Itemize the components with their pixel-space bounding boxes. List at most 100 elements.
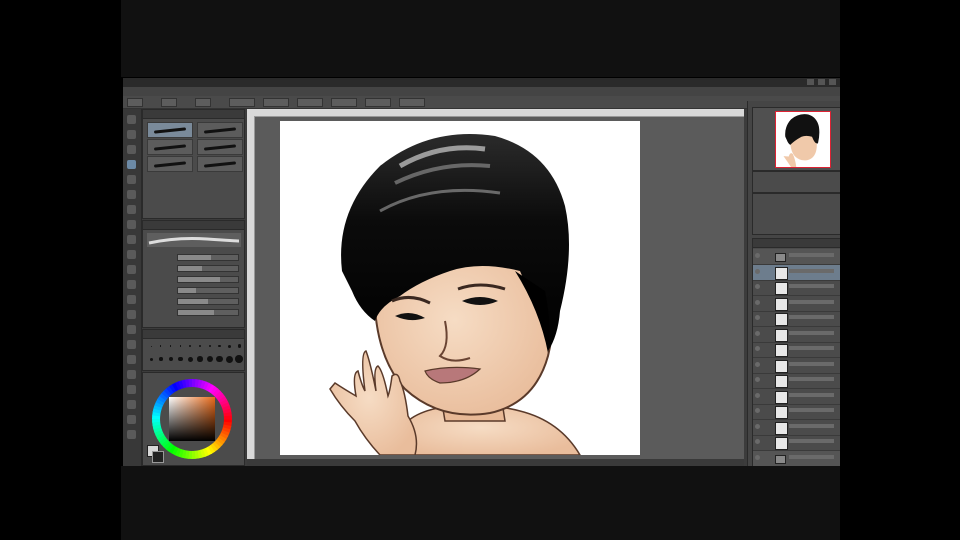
brush-size-option[interactable] — [147, 355, 155, 363]
eye-icon[interactable] — [755, 315, 760, 320]
tool-icon[interactable] — [127, 145, 136, 154]
brush-preset-tile[interactable] — [197, 139, 243, 155]
tool-icon[interactable] — [127, 190, 136, 199]
sub-tool-header[interactable] — [143, 110, 244, 119]
property-slider[interactable] — [177, 287, 239, 294]
tool-icon[interactable] — [127, 325, 136, 334]
tool-property-header[interactable] — [143, 221, 244, 230]
brush-preset-tile[interactable] — [197, 156, 243, 172]
layer-row[interactable] — [753, 342, 840, 358]
brush-size-option[interactable] — [176, 342, 184, 350]
brush-size-option[interactable] — [196, 355, 204, 363]
brush-size-option[interactable] — [167, 355, 175, 363]
eye-icon[interactable] — [755, 392, 760, 398]
brush-size-option[interactable] — [196, 342, 204, 350]
toolbar-button[interactable] — [161, 98, 177, 107]
layer-row[interactable] — [753, 404, 840, 420]
toolbar-button[interactable] — [297, 98, 323, 107]
brush-size-option[interactable] — [157, 342, 165, 350]
brush-preset-tile[interactable] — [147, 122, 193, 138]
eye-icon[interactable] — [755, 284, 760, 289]
property-slider[interactable] — [177, 254, 239, 261]
brush-size-option[interactable] — [157, 355, 165, 363]
eye-icon[interactable] — [755, 423, 760, 429]
brush-size-option[interactable] — [186, 355, 194, 363]
layer-row[interactable] — [753, 264, 840, 281]
brush-size-option[interactable] — [235, 342, 243, 350]
property-slider-row[interactable] — [147, 253, 241, 261]
tool-icon[interactable] — [127, 295, 136, 304]
tool-icon[interactable] — [127, 265, 136, 274]
brush-size-option[interactable] — [176, 355, 184, 363]
layer-row[interactable] — [753, 296, 840, 312]
brush-size-option[interactable] — [206, 342, 214, 350]
tool-icon[interactable] — [127, 175, 136, 184]
property-slider[interactable] — [177, 265, 239, 272]
eye-icon[interactable] — [755, 439, 760, 444]
layer-row[interactable] — [753, 311, 840, 327]
property-slider[interactable] — [177, 309, 239, 316]
minimize-button[interactable] — [807, 79, 814, 85]
brush-size-option[interactable] — [147, 342, 155, 350]
brush-preset-tile[interactable] — [147, 156, 193, 172]
close-button[interactable] — [829, 79, 836, 85]
property-slider[interactable] — [177, 298, 239, 305]
brush-preset-tile[interactable] — [197, 122, 243, 138]
toolbar-button[interactable] — [229, 98, 255, 107]
tool-icon[interactable] — [127, 220, 136, 229]
eye-icon[interactable] — [755, 346, 760, 351]
tool-icon[interactable] — [127, 115, 136, 124]
layer-row[interactable] — [753, 435, 840, 451]
layer-folder-row[interactable] — [753, 450, 840, 466]
brush-size-option[interactable] — [167, 342, 175, 350]
layer-row[interactable] — [753, 389, 840, 405]
layer-row[interactable] — [753, 358, 840, 374]
tool-icon[interactable] — [127, 370, 136, 379]
property-slider-row[interactable] — [147, 264, 241, 272]
layer-row[interactable] — [753, 280, 840, 296]
toolbar-button[interactable] — [331, 98, 357, 107]
brush-size-option[interactable] — [206, 355, 214, 363]
tool-icon[interactable] — [127, 280, 136, 289]
eye-icon[interactable] — [755, 268, 760, 274]
eye-icon[interactable] — [755, 330, 760, 336]
toolbar-button[interactable] — [365, 98, 391, 107]
sub-color-swatch[interactable] — [152, 451, 164, 463]
toolbar-button[interactable] — [399, 98, 425, 107]
tool-icon[interactable] — [127, 160, 136, 169]
eye-icon[interactable] — [755, 361, 760, 367]
tool-icon[interactable] — [127, 430, 136, 439]
tool-icon[interactable] — [127, 400, 136, 409]
brush-size-option[interactable] — [225, 355, 233, 363]
brush-size-option[interactable] — [235, 355, 243, 363]
tool-icon[interactable] — [127, 130, 136, 139]
toolbar-button[interactable] — [195, 98, 211, 107]
eye-icon[interactable] — [755, 253, 760, 258]
maximize-button[interactable] — [818, 79, 825, 85]
property-slider-row[interactable] — [147, 308, 241, 316]
property-slider[interactable] — [177, 276, 239, 283]
tool-icon[interactable] — [127, 340, 136, 349]
layer-panel-header[interactable] — [753, 239, 840, 248]
layer-row[interactable] — [753, 373, 840, 389]
canvas-paper[interactable] — [280, 121, 640, 455]
eye-icon[interactable] — [755, 299, 760, 305]
eye-icon[interactable] — [755, 377, 760, 382]
layer-row[interactable] — [753, 420, 840, 436]
property-slider-row[interactable] — [147, 297, 241, 305]
eye-icon[interactable] — [755, 454, 760, 460]
layer-row[interactable] — [753, 327, 840, 343]
brush-size-option[interactable] — [186, 342, 194, 350]
brush-preset-tile[interactable] — [147, 139, 193, 155]
property-slider-row[interactable] — [147, 275, 241, 283]
tool-icon[interactable] — [127, 385, 136, 394]
brush-size-header[interactable] — [143, 330, 244, 339]
toolbar-button[interactable] — [263, 98, 289, 107]
navigator-thumbnail[interactable] — [775, 111, 831, 168]
eye-icon[interactable] — [755, 408, 760, 413]
tool-icon[interactable] — [127, 355, 136, 364]
canvas-area[interactable] — [247, 109, 744, 466]
tool-icon[interactable] — [127, 250, 136, 259]
tool-icon[interactable] — [127, 415, 136, 424]
tool-icon[interactable] — [127, 205, 136, 214]
